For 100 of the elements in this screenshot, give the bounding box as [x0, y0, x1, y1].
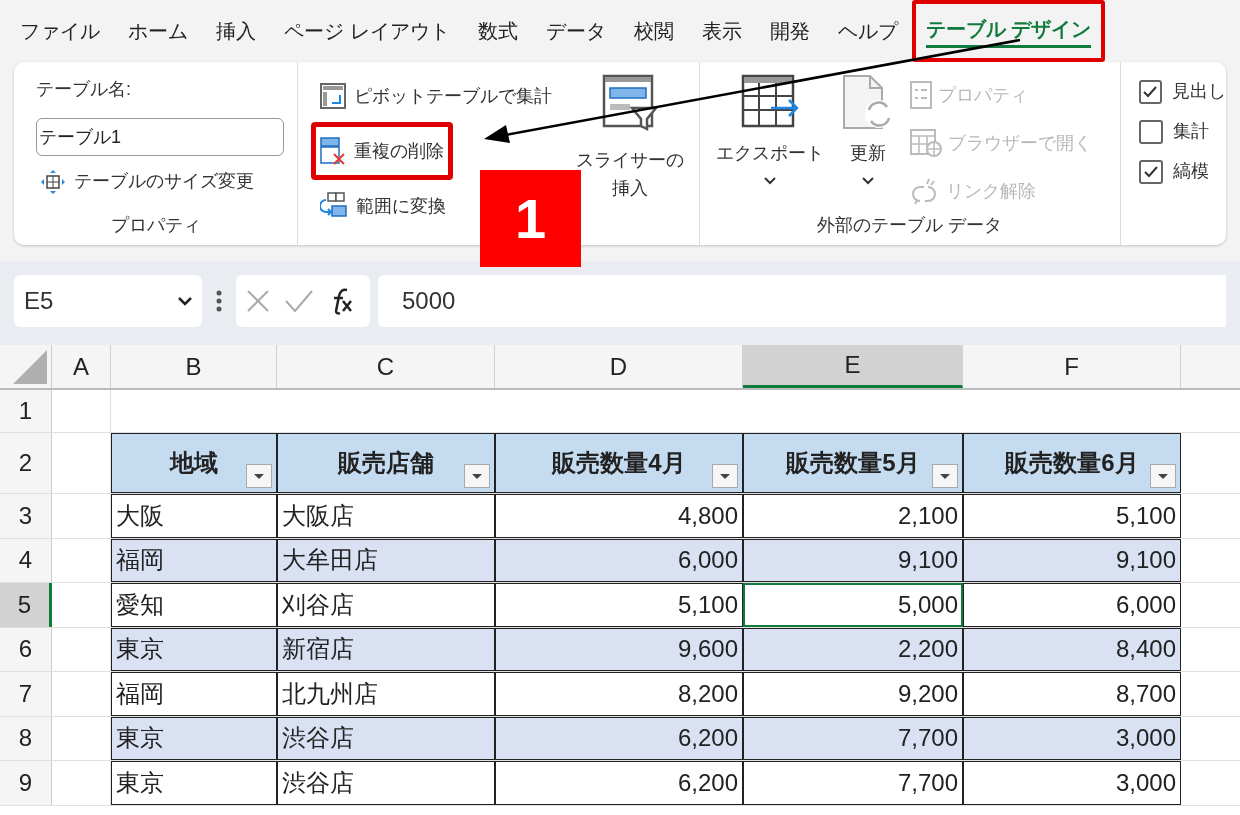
column-header[interactable]: F [963, 345, 1181, 388]
table-cell: 刈谷店 [277, 583, 495, 627]
filter-dropdown-icon[interactable] [246, 464, 272, 488]
table-header-cell: 販売数量5月 [743, 433, 963, 493]
group-label: プロパティ [110, 214, 201, 237]
ribbon-command[interactable]: 範囲に変換 [316, 184, 450, 228]
table-cell: 8,700 [963, 672, 1181, 716]
refresh-button[interactable]: 更新 [842, 74, 894, 212]
table-cell: 大牟田店 [277, 538, 495, 582]
filter-dropdown-icon[interactable] [1150, 464, 1176, 488]
table-cell: 4,800 [495, 494, 743, 538]
checkbox-label: 縞模 [1172, 160, 1209, 183]
caret-icon [764, 177, 776, 185]
menu-tab[interactable]: ファイル [6, 0, 114, 62]
row-header[interactable]: 5 [0, 583, 52, 627]
pivot-table-icon [320, 83, 346, 109]
menu-tab[interactable]: ページ レイアウト [270, 0, 464, 62]
table-header-cell: 地域 [111, 433, 277, 493]
table-export-icon [741, 74, 799, 130]
name-box[interactable]: E5 [14, 275, 202, 327]
table-cell: 6,000 [963, 583, 1181, 627]
checkbox[interactable] [1138, 79, 1162, 104]
ribbon-command[interactable]: ピボットテーブルで集計 [316, 74, 556, 118]
column-header[interactable]: C [277, 345, 495, 388]
table-name-field[interactable]: テーブル1 [36, 118, 284, 156]
table-cell: 7,700 [743, 716, 963, 760]
table-cell: 3,000 [963, 716, 1181, 760]
menu-tab[interactable]: 挿入 [202, 0, 270, 62]
table-cell: 9,100 [743, 538, 963, 582]
column-header[interactable]: E [743, 345, 963, 388]
check-icon[interactable] [284, 289, 314, 313]
column-header[interactable]: B [111, 345, 277, 388]
table-cell: 7,700 [743, 761, 963, 805]
table-cell: 6,200 [495, 761, 743, 805]
caret-icon [862, 177, 874, 185]
table-cell: 大阪店 [277, 494, 495, 538]
column-header[interactable]: A [52, 345, 111, 388]
menu-tab[interactable]: ホーム [114, 0, 202, 62]
table-cell: 9,100 [963, 538, 1181, 582]
properties-icon [910, 81, 932, 109]
table-cell: 5,000 [743, 583, 963, 627]
ribbon-command[interactable]: 重複の削除 [311, 122, 453, 180]
filter-dropdown-icon[interactable] [464, 464, 490, 488]
table-cell: 新宿店 [277, 627, 495, 671]
table-cell: 東京 [111, 627, 277, 671]
export-button[interactable]: エクスポート [716, 74, 824, 212]
table-cell: 6,200 [495, 716, 743, 760]
row-header[interactable]: 1 [0, 390, 52, 432]
table-cell: 5,100 [495, 583, 743, 627]
check-icon [1143, 85, 1158, 98]
check-icon [1143, 165, 1158, 178]
menu-tab[interactable]: 数式 [463, 0, 532, 62]
table-cell: 渋谷店 [277, 716, 495, 760]
table-cell: 北九州店 [277, 672, 495, 716]
group-label: 外部のテーブル データ [817, 214, 1003, 237]
table-cell: 9,200 [743, 672, 963, 716]
table-cell: 愛知 [111, 583, 277, 627]
table-cell: 5,100 [963, 494, 1181, 538]
table-cell: 福岡 [111, 672, 277, 716]
row-header[interactable]: 3 [0, 494, 52, 538]
table-header-cell: 販売数量6月 [963, 433, 1181, 493]
resize-icon [40, 168, 66, 195]
menu-tab[interactable]: 校閲 [619, 0, 688, 62]
table-header-cell: 販売店舗 [277, 433, 495, 493]
menu-tab[interactable]: 開発 [755, 0, 824, 62]
table-header-cell: 販売数量4月 [495, 433, 743, 493]
table-cell: 2,100 [743, 494, 963, 538]
row-header[interactable]: 9 [0, 761, 52, 805]
checkbox[interactable] [1138, 119, 1163, 144]
row-header[interactable]: 4 [0, 538, 52, 582]
table-cell: 9,600 [495, 627, 743, 671]
row-header[interactable]: 7 [0, 672, 52, 716]
table-cell: 3,000 [963, 761, 1181, 805]
table-cell: 福岡 [111, 538, 277, 582]
row-header[interactable]: 6 [0, 627, 52, 671]
menu-tab[interactable]: ヘルプ [823, 0, 912, 62]
checkbox-label: 集計 [1172, 120, 1209, 143]
table-cell: 東京 [111, 716, 277, 760]
table-cell: 大阪 [111, 494, 277, 538]
table-name-label: テーブル名: [36, 78, 132, 101]
step-number-badge: 1 [480, 170, 581, 267]
table-cell: 渋谷店 [277, 761, 495, 805]
more-icon[interactable] [216, 290, 222, 312]
remove-duplicates-icon [320, 137, 346, 165]
table-cell: 8,200 [495, 672, 743, 716]
formula-field[interactable]: 5000 [378, 275, 1226, 327]
table-cell: 6,000 [495, 538, 743, 582]
table-cell: 8,400 [963, 627, 1181, 671]
checkbox[interactable] [1138, 159, 1163, 184]
filter-dropdown-icon[interactable] [932, 464, 958, 488]
convert-range-icon [320, 192, 348, 220]
menu-tab[interactable]: データ [531, 0, 620, 62]
filter-dropdown-icon[interactable] [712, 464, 738, 488]
table-cell: 東京 [111, 761, 277, 805]
row-header[interactable]: 8 [0, 716, 52, 760]
checkbox-label: 見出し [1172, 80, 1226, 103]
table-cell: 2,200 [743, 627, 963, 671]
resize-table-button[interactable]: テーブルのサイズ変更 [36, 168, 275, 195]
row-header[interactable]: 2 [0, 433, 52, 493]
menu-tab[interactable]: 表示 [687, 0, 756, 62]
